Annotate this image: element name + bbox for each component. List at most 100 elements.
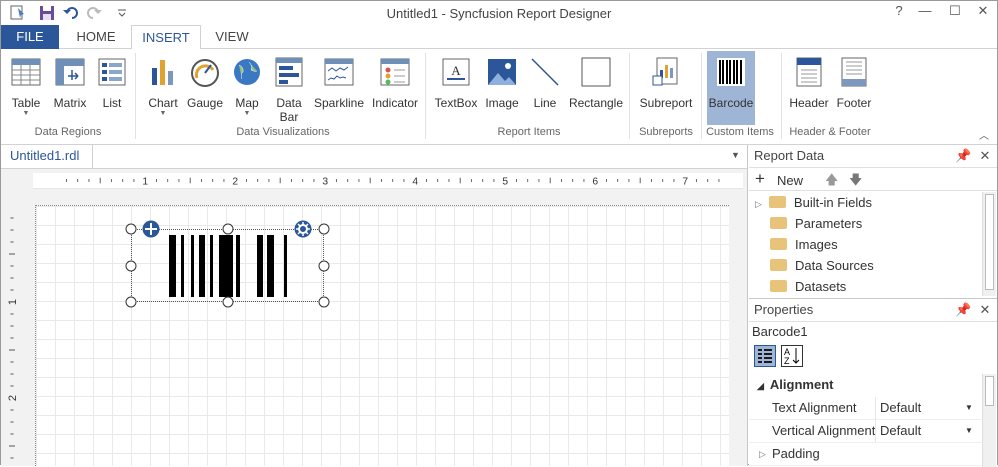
sparkline-icon <box>324 58 354 86</box>
image-label: Image <box>485 96 519 110</box>
collapse-arrow-icon[interactable]: ◢ <box>757 381 764 391</box>
subreport-icon <box>652 57 678 86</box>
document-tab[interactable]: Untitled1.rdl <box>1 145 93 169</box>
image-button[interactable]: Image <box>481 51 523 125</box>
group-label-header-footer: Header & Footer <box>789 126 871 138</box>
ruler-label: 6 <box>592 176 598 187</box>
ruler-label: 1 <box>142 176 148 187</box>
document-tab-bar: Untitled1.rdl ▼ <box>1 145 747 169</box>
table-icon <box>11 58 41 86</box>
data-bar-button[interactable]: Data Bar <box>269 51 309 125</box>
property-row-padding[interactable]: ▷ Padding <box>749 443 981 466</box>
ribbon-separator <box>135 53 136 139</box>
minimize-button[interactable]: — <box>914 3 936 21</box>
gear-icon[interactable] <box>294 220 312 238</box>
horizontal-ruler: 1 2 3 4 5 6 7 <box>33 173 743 189</box>
property-name: Vertical Alignment <box>772 423 876 438</box>
property-value-select[interactable]: Default <box>880 420 921 442</box>
scrollbar[interactable] <box>982 192 996 296</box>
tree-item-data-sources[interactable]: Data Sources <box>749 255 981 276</box>
maximize-button[interactable]: ☐ <box>944 3 966 21</box>
report-data-panel: Report Data 📌 ✕ + New 🡅 🡇 ▷ Built-in Fiel… <box>749 145 997 297</box>
arrow-up-icon[interactable]: 🡅 <box>825 171 838 193</box>
collapse-ribbon-icon[interactable]: ︿ <box>979 127 989 142</box>
report-data-tree: ▷ Built-in Fields Parameters Images Data … <box>749 192 981 296</box>
chevron-down-icon: ▼ <box>22 110 30 117</box>
new-button[interactable]: New <box>777 173 803 188</box>
tree-item-datasets[interactable]: Datasets <box>749 276 981 296</box>
data-bar-icon <box>275 57 303 87</box>
chart-button[interactable]: Chart ▼ <box>143 51 183 125</box>
tree-item-images[interactable]: Images <box>749 234 981 255</box>
categorized-icon[interactable] <box>754 345 776 367</box>
report-data-toolbar: + New 🡅 🡇 <box>749 167 997 191</box>
svg-text:Z: Z <box>784 356 790 366</box>
map-button[interactable]: Map ▼ <box>227 51 267 125</box>
ruler-label: 3 <box>322 176 328 187</box>
rectangle-button[interactable]: Rectangle <box>567 51 625 125</box>
arrow-down-icon[interactable]: 🡇 <box>849 171 862 193</box>
footer-button[interactable]: Footer <box>833 51 875 125</box>
dropdown-arrow-icon[interactable]: ▼ <box>965 420 973 442</box>
line-button[interactable]: Line <box>525 51 565 125</box>
scrollbar[interactable] <box>982 374 996 467</box>
dropdown-arrow-icon[interactable]: ▼ <box>965 397 973 419</box>
close-panel-button[interactable]: ✕ <box>977 302 993 318</box>
folder-icon <box>770 280 787 292</box>
svg-text:A: A <box>451 63 461 78</box>
list-button[interactable]: List <box>93 51 131 125</box>
textbox-label: TextBox <box>434 96 478 110</box>
header-button[interactable]: Header <box>787 51 831 125</box>
gauge-label: Gauge <box>186 96 224 110</box>
property-value-select[interactable]: Default <box>880 397 921 419</box>
chevron-down-icon: ▼ <box>159 110 167 117</box>
close-panel-button[interactable]: ✕ <box>977 148 993 164</box>
tree-item-built-in-fields[interactable]: ▷ Built-in Fields <box>749 192 981 213</box>
tab-home[interactable]: HOME <box>63 25 129 49</box>
subreport-button[interactable]: Subreport <box>635 51 697 125</box>
table-button[interactable]: Table ▼ <box>5 51 47 125</box>
textbox-button[interactable]: A TextBox <box>433 51 479 125</box>
expand-arrow-icon[interactable]: ▷ <box>759 443 766 465</box>
globe-icon <box>234 59 260 85</box>
property-row-text-alignment[interactable]: Text Alignment Default ▼ <box>749 397 981 420</box>
indicator-button[interactable]: Indicator <box>369 51 421 125</box>
help-button[interactable]: ? <box>888 3 910 21</box>
ruler-label: 1 <box>7 299 19 305</box>
tab-file[interactable]: FILE <box>1 25 59 49</box>
tree-item-parameters[interactable]: Parameters <box>749 213 981 234</box>
tab-insert[interactable]: INSERT <box>131 25 201 50</box>
tab-view[interactable]: VIEW <box>203 25 261 49</box>
gauge-icon <box>191 59 219 87</box>
chevron-down-icon[interactable]: ▼ <box>731 150 740 160</box>
ribbon-separator <box>701 53 702 139</box>
indicator-label: Indicator <box>371 96 419 110</box>
folder-icon <box>770 238 787 250</box>
move-icon[interactable] <box>142 220 160 238</box>
barcode-button[interactable]: Barcode <box>707 51 755 125</box>
gauge-button[interactable]: Gauge <box>185 51 225 125</box>
pin-icon[interactable]: 📌 <box>955 302 971 318</box>
plus-icon[interactable]: + <box>755 169 765 189</box>
alphabetical-sort-icon[interactable]: AZ <box>781 345 803 367</box>
ruler-label: 5 <box>502 176 508 187</box>
pin-icon[interactable]: 📌 <box>955 148 971 164</box>
properties-panel: Properties 📌 ✕ Barcode1 AZ ◢ Alignment Te… <box>749 298 997 467</box>
group-label-data-visualizations: Data Visualizations <box>236 126 330 138</box>
sparkline-button[interactable]: Sparkline <box>311 51 367 125</box>
line-icon <box>531 58 559 86</box>
property-grid: ◢ Alignment Text Alignment Default ▼ Vert… <box>749 374 981 467</box>
chevron-down-icon: ▼ <box>243 110 251 117</box>
header-label: Header <box>789 96 829 110</box>
indicator-icon <box>380 58 410 86</box>
rectangle-label: Rectangle <box>568 96 624 110</box>
matrix-button[interactable]: Matrix <box>49 51 91 125</box>
close-window-button[interactable]: ✕ <box>972 3 994 21</box>
expand-arrow-icon[interactable]: ▷ <box>755 199 762 209</box>
barcode-label: Barcode <box>708 96 754 110</box>
textbox-icon: A <box>442 58 470 86</box>
property-row-vertical-alignment[interactable]: Vertical Alignment Default ▼ <box>749 420 981 443</box>
line-label: Line <box>533 96 557 110</box>
property-section-alignment[interactable]: ◢ Alignment <box>749 374 981 397</box>
chart-icon <box>152 60 173 85</box>
